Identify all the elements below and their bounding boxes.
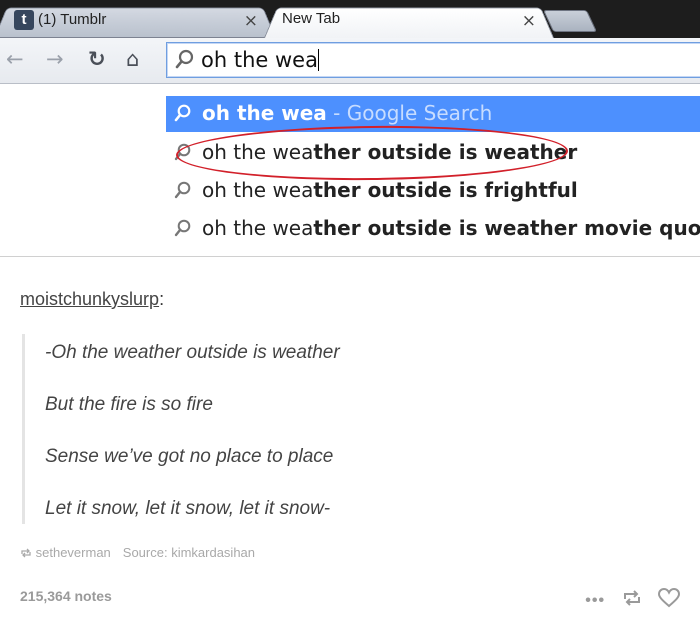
reblog-small-icon [21,548,31,558]
suggestion-item[interactable]: oh the weather outside is frightful [166,173,700,209]
heart-icon[interactable] [657,587,681,613]
suggestion-completion: ther outside is frightful [313,178,578,202]
browser-toolbar: ← → ↻ ⌂ oh the wea [0,38,700,84]
tumblr-post: moistchunkyslurp: -Oh the weather outsid… [0,262,700,623]
home-icon[interactable]: ⌂ [126,47,139,71]
suggestion-typed: oh the wea [202,216,314,240]
post-quote: -Oh the weather outside is weather But t… [22,334,662,524]
back-arrow-icon[interactable]: ← [6,47,24,71]
search-icon [174,181,191,199]
suggestion-typed: oh the wea [202,178,314,202]
more-icon[interactable]: ••• [585,592,605,610]
reblog-icon[interactable] [622,589,642,612]
address-bar[interactable]: oh the wea [166,42,700,78]
quote-line: But the fire is so fire [45,394,213,415]
suggestion-item[interactable]: oh the weather outside is weather [166,135,700,171]
quote-line: Let it snow, let it snow, let it snow- [45,498,331,519]
search-icon [174,143,191,161]
search-icon [174,219,191,237]
reload-icon[interactable]: ↻ [88,47,106,71]
tab-title: (1) Tumblr [38,10,107,28]
search-icon [175,49,194,69]
text-cursor [317,49,319,71]
suggestion-completion: ther outside is weather [313,140,578,164]
tumblr-favicon-icon: t [14,10,34,30]
address-bar-text: oh the wea [201,48,319,72]
close-tab-icon[interactable]: × [244,11,258,31]
suggestion-typed: oh the wea [202,140,314,164]
quote-line: Sense we’ve got no place to place [45,446,334,467]
post-actions: ••• [573,587,681,613]
forward-arrow-icon[interactable]: → [46,47,64,71]
new-tab-button[interactable] [542,10,598,32]
suggestion-typed: oh the wea [202,101,327,125]
reblogged-from-link[interactable]: setheverman [36,545,111,560]
quote-line: -Oh the weather outside is weather [45,342,340,363]
search-icon [174,104,191,122]
omnibox-suggestions: oh the wea - Google Search oh the weathe… [0,85,700,257]
close-tab-icon[interactable]: × [522,11,536,31]
author-link[interactable]: moistchunkyslurp [20,289,159,309]
source-link[interactable]: Source: kimkardasihan [123,545,255,560]
author-suffix: : [159,289,165,309]
tab-strip: t (1) Tumblr × New Tab × [0,0,700,38]
tab-title: New Tab [282,10,341,27]
suggestion-hint: - Google Search [326,101,493,125]
tab-tumblr[interactable]: t (1) Tumblr × [0,4,276,38]
suggestion-google-search[interactable]: oh the wea - Google Search [166,96,700,132]
post-meta: setheverman Source: kimkardasihan [20,545,255,560]
notes-count[interactable]: 215,364 notes [20,588,112,604]
tab-new-tab[interactable]: New Tab × [264,4,554,38]
suggestion-completion: ther outside is weather movie quote [313,216,700,240]
post-author: moistchunkyslurp: [20,289,164,310]
suggestion-item[interactable]: oh the weather outside is weather movie … [166,211,700,247]
